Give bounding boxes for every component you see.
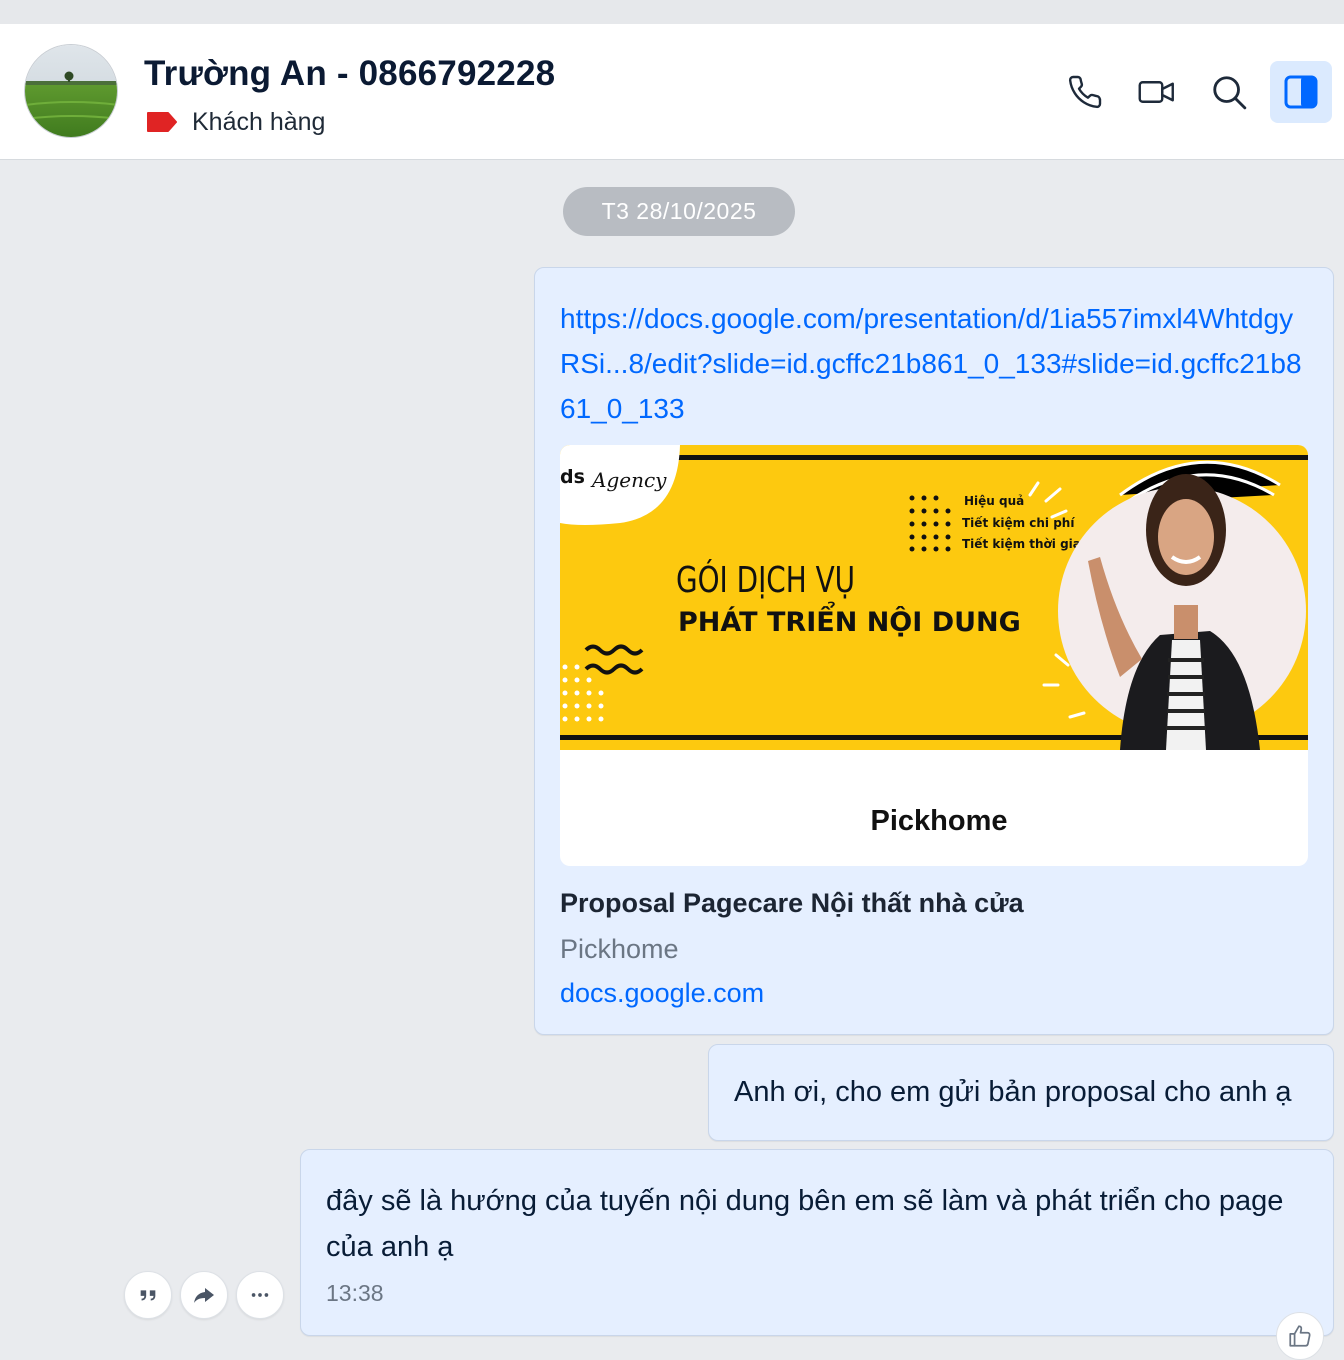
phone-icon (1068, 75, 1102, 109)
banner-bullet-2: Tiết kiệm chi phí (962, 516, 1075, 530)
voice-call-button[interactable] (1054, 61, 1116, 123)
date-divider: T3 28/10/2025 (563, 187, 795, 236)
forward-icon (194, 1288, 214, 1303)
message-text: Anh ơi, cho em gửi bản proposal cho anh … (734, 1076, 1292, 1108)
video-call-button[interactable] (1126, 61, 1188, 123)
link-preview-card[interactable]: ds Agency Hiệu quả Tiết kiệm chi phí Tiế… (560, 445, 1308, 866)
banner-heading-2: PHÁT TRIỂN NỘI DUNG (678, 601, 1021, 638)
text-message-bubble[interactable]: Anh ơi, cho em gửi bản proposal cho anh … (708, 1044, 1334, 1141)
react-button[interactable] (1276, 1312, 1324, 1360)
link-message-bubble[interactable]: https://docs.google.com/presentation/d/1… (534, 267, 1334, 1035)
message-link[interactable]: https://docs.google.com/presentation/d/1… (560, 296, 1310, 431)
more-options-button[interactable] (236, 1271, 284, 1319)
thumbs-up-icon (1289, 1325, 1311, 1347)
banner-brand: ds (560, 466, 585, 488)
search-button[interactable] (1198, 61, 1260, 123)
contact-avatar[interactable] (24, 44, 118, 138)
link-subtitle: Pickhome (560, 934, 679, 964)
contact-name[interactable]: Trường An - 0866792228 (144, 54, 555, 94)
contact-tag[interactable]: Khách hàng (146, 106, 325, 138)
banner-bullet-1: Hiệu quả (964, 494, 1024, 508)
video-camera-icon (1138, 81, 1174, 103)
text-message-bubble[interactable]: đây sẽ là hướng của tuyến nội dung bên e… (300, 1149, 1334, 1336)
sidebar-toggle-icon (1284, 75, 1318, 109)
avatar-image (25, 45, 117, 137)
search-icon (1213, 76, 1247, 110)
preview-banner-image: ds Agency Hiệu quả Tiết kiệm chi phí Tiế… (560, 445, 1308, 750)
link-domain[interactable]: docs.google.com (560, 978, 764, 1009)
banner-brand-script: Agency (590, 468, 667, 492)
preview-label: Pickhome (870, 805, 1008, 837)
tag-label: Khách hàng (192, 107, 326, 136)
forward-button[interactable] (180, 1271, 228, 1319)
banner-bullet-3: Tiết kiệm thời gian (962, 537, 1089, 551)
quote-button[interactable] (124, 1271, 172, 1319)
tag-icon (147, 112, 177, 132)
chat-header: Trường An - 0866792228 Khách hàng (0, 24, 1344, 160)
more-icon (251, 1293, 269, 1297)
window-top-strip (0, 0, 1344, 24)
message-time: 13:38 (326, 1280, 384, 1306)
link-title[interactable]: Proposal Pagecare Nội thất nhà cửa (560, 888, 1024, 919)
message-text: đây sẽ là hướng của tuyến nội dung bên e… (326, 1185, 1284, 1263)
banner-heading-1: GÓI DỊCH VỤ (676, 558, 855, 601)
toggle-sidebar-button[interactable] (1270, 61, 1332, 123)
quote-icon (140, 1290, 156, 1301)
